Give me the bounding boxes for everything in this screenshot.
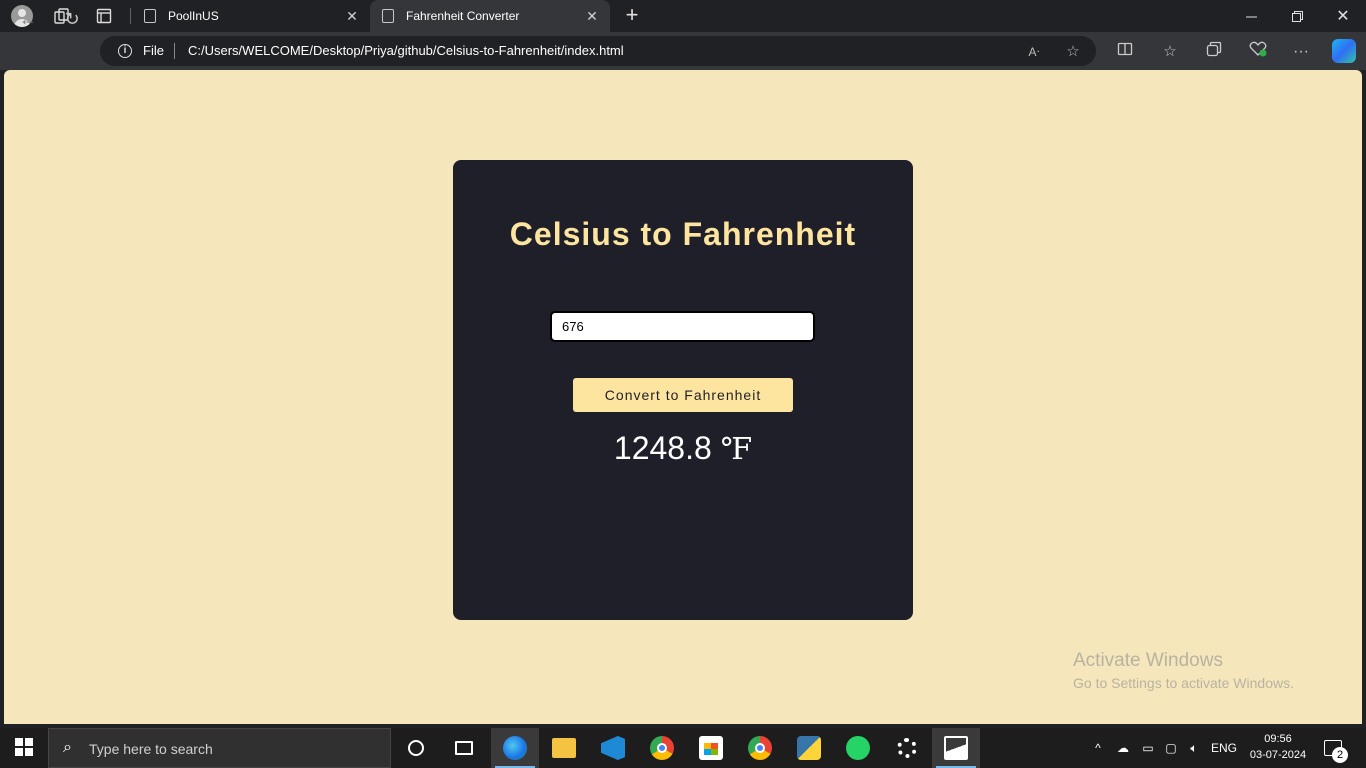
clock-date: 03-07-2024: [1249, 749, 1307, 761]
show-hidden-icons-chevron-icon[interactable]: ^: [1090, 728, 1106, 768]
reload-icon[interactable]: ↻: [61, 8, 83, 30]
tab-poolinus[interactable]: PoolInUS ✕: [132, 0, 370, 32]
browser-essentials-icon[interactable]: [1247, 41, 1269, 63]
restore-icon[interactable]: [1274, 0, 1320, 32]
favorites-icon[interactable]: ☆: [1159, 41, 1181, 63]
converter-card: Celsius to Fahrenheit Convert to Fahrenh…: [453, 160, 913, 620]
close-tab-icon[interactable]: ✕: [584, 8, 600, 24]
search-placeholder: Type here to search: [89, 741, 213, 757]
language-indicator[interactable]: ENG: [1209, 728, 1239, 768]
tab-separator: [130, 8, 131, 24]
tab-fahrenheit-converter[interactable]: Fahrenheit Converter ✕: [370, 0, 610, 32]
cortana-icon[interactable]: [392, 728, 440, 768]
add-favorite-star-icon[interactable]: ☆: [1063, 42, 1083, 62]
copilot-icon[interactable]: [1332, 39, 1356, 63]
result-unit: ℉: [720, 433, 753, 466]
convert-button[interactable]: Convert to Fahrenheit: [573, 378, 793, 412]
chrome-profile-icon[interactable]: [736, 728, 784, 768]
search-icon: ⌕: [63, 739, 72, 756]
close-window-icon[interactable]: ✕: [1320, 0, 1366, 32]
new-tab-icon[interactable]: +: [620, 4, 644, 28]
notification-count-badge: 2: [1332, 747, 1348, 763]
onedrive-cloud-icon[interactable]: ☁: [1113, 728, 1133, 768]
watermark-title: Activate Windows: [1073, 650, 1223, 671]
browser-titlebar: PoolInUS ✕ Fahrenheit Converter ✕ + ✕: [0, 0, 1366, 32]
result-display: 1248.8 ℉: [453, 430, 913, 467]
windows-start-icon[interactable]: [15, 738, 33, 756]
file-explorer-icon[interactable]: [540, 728, 588, 768]
collections-icon[interactable]: [1203, 41, 1225, 63]
vscode-icon[interactable]: [589, 728, 637, 768]
more-options-icon[interactable]: ···: [1290, 41, 1312, 63]
address-separator: [174, 43, 175, 59]
edge-icon[interactable]: [491, 728, 539, 768]
page-icon: [144, 9, 156, 23]
close-tab-icon[interactable]: ✕: [344, 8, 360, 24]
clock[interactable]: 09:56 03-07-2024: [1243, 731, 1313, 763]
page-title: Celsius to Fahrenheit: [509, 216, 857, 252]
info-icon[interactable]: i: [118, 44, 132, 58]
result-value: 1248.8: [613, 430, 712, 466]
battery-icon[interactable]: ▭: [1138, 728, 1158, 768]
settings-icon[interactable]: [883, 728, 931, 768]
page-viewport: Celsius to Fahrenheit Convert to Fahrenh…: [4, 70, 1362, 724]
read-aloud-icon[interactable]: Aᐧ: [1024, 42, 1044, 62]
volume-icon[interactable]: 🔈︎: [1184, 728, 1204, 768]
photos-icon[interactable]: [932, 728, 980, 768]
celsius-input[interactable]: [550, 311, 815, 342]
tab-title: Fahrenheit Converter: [406, 9, 520, 23]
python-icon[interactable]: [785, 728, 833, 768]
page-icon: [382, 9, 394, 23]
taskbar-search-box[interactable]: ⌕ Type here to search: [48, 728, 391, 768]
url-text[interactable]: C:/Users/WELCOME/Desktop/Priya/github/Ce…: [188, 43, 624, 58]
minimize-icon[interactable]: [1228, 0, 1274, 32]
tab-title: PoolInUS: [168, 9, 219, 23]
back-arrow-icon[interactable]: ←: [17, 8, 39, 30]
chrome-icon[interactable]: [638, 728, 686, 768]
activate-windows-watermark: Activate Windows Go to Settings to activ…: [1073, 650, 1294, 691]
whatsapp-icon[interactable]: [834, 728, 882, 768]
clock-time: 09:56: [1264, 733, 1292, 745]
scheme-label: File: [143, 43, 164, 58]
watermark-subtitle: Go to Settings to activate Windows.: [1073, 675, 1294, 691]
task-view-icon[interactable]: [440, 728, 488, 768]
store-icon[interactable]: [687, 728, 735, 768]
tab-actions-icon[interactable]: [92, 4, 116, 28]
windows-taskbar: ⌕ Type here to search ^ ☁ ▭ ▢ 🔈︎ ENG 09:…: [0, 728, 1366, 768]
network-icon[interactable]: ▢: [1161, 728, 1181, 768]
split-screen-icon[interactable]: [1114, 41, 1136, 63]
